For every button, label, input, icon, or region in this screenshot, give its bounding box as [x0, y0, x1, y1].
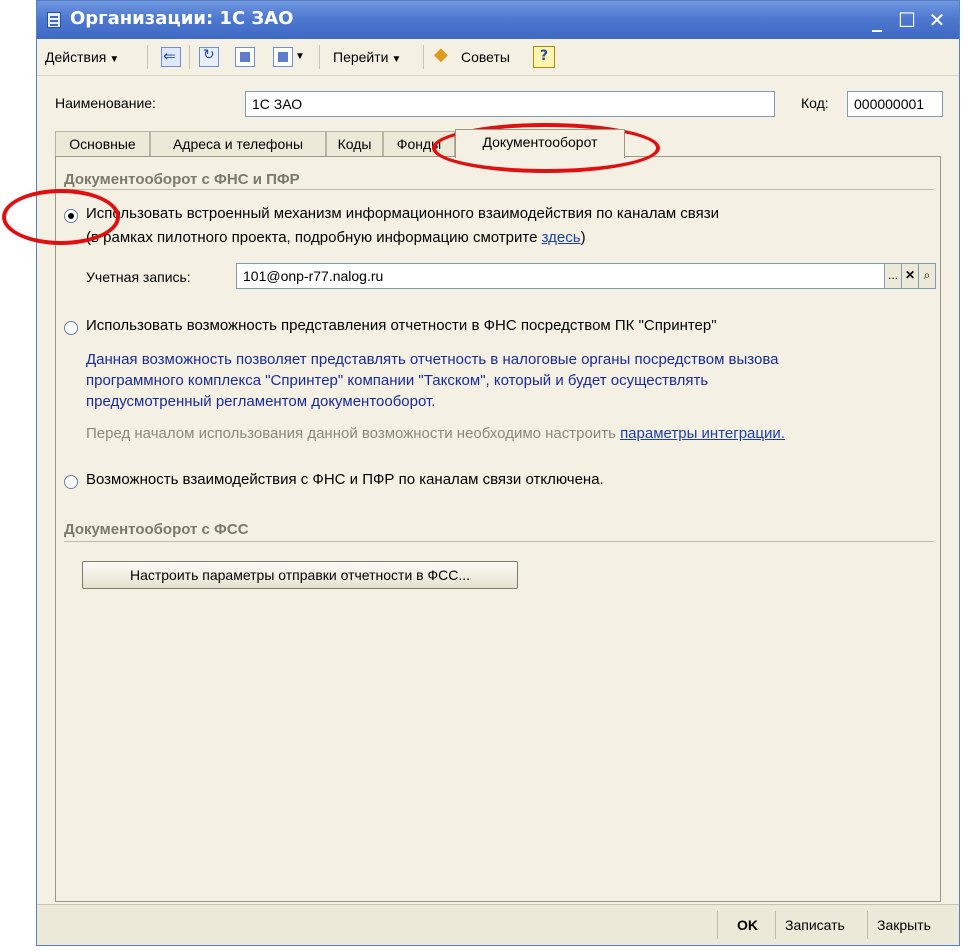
radio-sprinter[interactable]: [64, 321, 78, 335]
goto-menu[interactable]: Перейти ▼: [333, 45, 401, 69]
code-label: Код:: [801, 95, 829, 111]
configure-fss-button[interactable]: Настроить параметры отправки отчетности …: [82, 561, 518, 589]
option-builtin-note: (в рамках пилотного проекта, подробную и…: [86, 229, 586, 246]
option-builtin-note-suffix: ): [580, 229, 586, 246]
option-builtin-note-prefix: (в рамках пилотного проекта, подробную и…: [86, 229, 542, 246]
sprinter-description-line3: предусмотренный регламентом документообо…: [86, 393, 436, 410]
here-link[interactable]: здесь: [542, 229, 581, 246]
footer-divider: [775, 911, 776, 939]
close-window-button[interactable]: ✕: [925, 7, 949, 33]
name-label: Наименование:: [55, 95, 156, 111]
sprinter-description-line1: Данная возможность позволяет представлят…: [86, 351, 779, 368]
name-field[interactable]: 1С ЗАО: [245, 91, 775, 117]
tips-icon[interactable]: [433, 44, 451, 65]
footer-bar: OK Записать Закрыть: [37, 904, 959, 945]
option-builtin-label: Использовать встроенный механизм информа…: [86, 205, 719, 222]
radio-builtin-mechanism[interactable]: [64, 209, 78, 223]
organization-window: Организации: 1С ЗАО _ ☐ ✕ Действия▼ ▼ Пе…: [36, 0, 960, 946]
option-disabled-label: Возможность взаимодействия с ФНС и ПФР п…: [86, 471, 604, 488]
tab-document-flow[interactable]: Документооборот: [455, 129, 625, 158]
ok-button[interactable]: OK: [737, 913, 758, 937]
toolbar-divider: [423, 45, 424, 69]
fns-section-title: Документооборот с ФНС и ПФР: [64, 171, 300, 188]
toolbar-divider: [147, 45, 148, 69]
footer-divider: [717, 911, 718, 939]
maximize-button[interactable]: ☐: [895, 7, 919, 33]
search-icon[interactable]: ⌕: [918, 264, 935, 288]
select-button[interactable]: ...: [884, 264, 901, 288]
option-sprinter-label: Использовать возможность представления о…: [86, 317, 717, 334]
toolbar-divider: [319, 45, 320, 69]
section-divider: [64, 189, 934, 190]
code-field[interactable]: 000000001: [847, 91, 943, 117]
sprinter-note-prefix: Перед началом использования данной возмо…: [86, 425, 621, 442]
help-icon[interactable]: ?: [533, 46, 555, 68]
toolbar: Действия▼ ▼ Перейти▼ Советы ?: [37, 39, 959, 76]
footer-divider: [867, 911, 868, 939]
clear-icon[interactable]: ✕: [901, 264, 918, 288]
sprinter-description-line2: программного комплекса "Спринтер" компан…: [86, 372, 709, 389]
chevron-down-icon: ▼: [391, 54, 402, 65]
save-button[interactable]: Записать: [785, 913, 845, 937]
copy-icon[interactable]: [235, 47, 255, 67]
chevron-down-icon: ▼: [109, 54, 120, 65]
tab-codes[interactable]: Коды: [326, 131, 383, 157]
tab-main[interactable]: Основные: [55, 131, 150, 157]
radio-disabled[interactable]: [64, 475, 78, 489]
window-app-icon: [47, 12, 61, 28]
refresh-icon[interactable]: [199, 47, 219, 67]
tab-funds[interactable]: Фонды: [383, 131, 455, 157]
tab-panel-document-flow: Документооборот с ФНС и ПФР Использовать…: [55, 156, 941, 902]
back-icon[interactable]: [161, 47, 181, 67]
minimize-button[interactable]: _: [865, 7, 889, 33]
actions-menu[interactable]: Действия ▼: [45, 45, 119, 69]
close-button[interactable]: Закрыть: [877, 913, 931, 937]
account-field[interactable]: 101@onp-r77.nalog.ru ... ✕ ⌕: [236, 263, 936, 289]
tab-addresses[interactable]: Адреса и телефоны: [150, 131, 326, 157]
sprinter-note: Перед началом использования данной возмо…: [86, 425, 785, 442]
actions-menu-label: Действия: [45, 49, 107, 65]
goto-menu-label: Перейти: [333, 49, 389, 65]
account-value: 101@onp-r77.nalog.ru: [243, 268, 384, 284]
toolbar-divider: [189, 45, 190, 69]
account-label: Учетная запись:: [86, 269, 191, 285]
integration-params-link[interactable]: параметры интеграции.: [620, 425, 785, 442]
tips-button[interactable]: Советы: [461, 45, 510, 69]
new-document-icon[interactable]: [273, 47, 293, 67]
section-divider: [64, 541, 934, 542]
chevron-down-icon: ▼: [295, 51, 305, 62]
window-title: Организации: 1С ЗАО: [70, 8, 294, 29]
title-bar[interactable]: Организации: 1С ЗАО _ ☐ ✕: [37, 1, 959, 39]
new-document-dropdown[interactable]: ▼: [295, 45, 305, 69]
fss-section-title: Документооборот с ФСС: [64, 521, 249, 538]
